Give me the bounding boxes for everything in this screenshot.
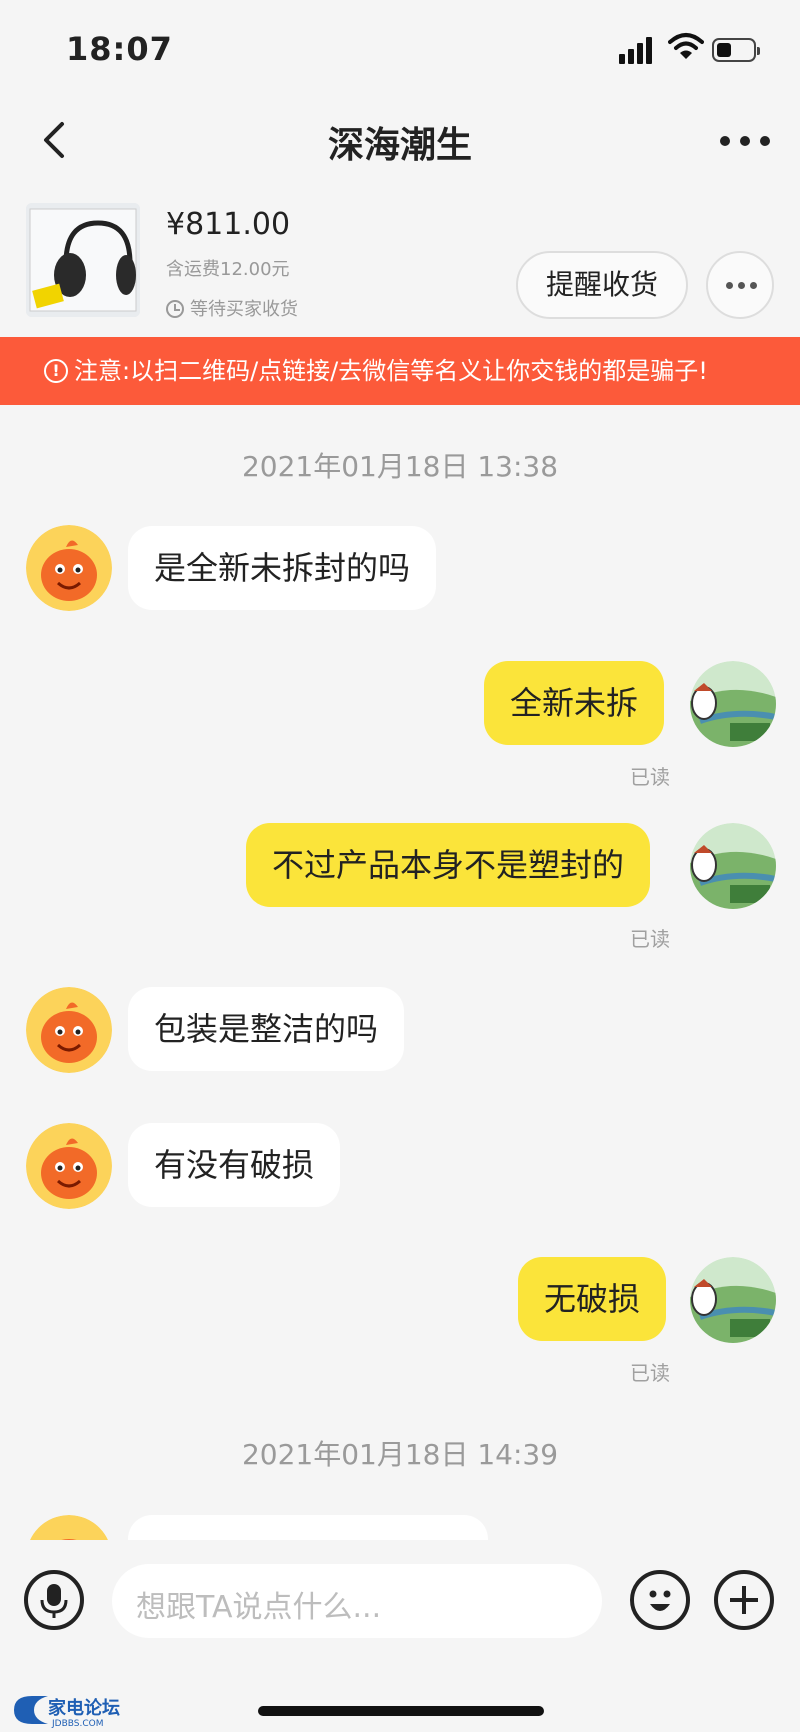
seller-avatar[interactable] bbox=[690, 1257, 776, 1343]
home-indicator[interactable] bbox=[258, 1706, 544, 1716]
mic-icon[interactable] bbox=[24, 1570, 84, 1630]
svg-text:JDBBS.COM: JDBBS.COM bbox=[51, 1719, 103, 1729]
buyer-avatar[interactable] bbox=[26, 1123, 112, 1209]
order-status-text: 等待买家收货 bbox=[190, 299, 298, 320]
warning-banner: ! 注意:以扫二维码/点链接/去微信等名义让你交钱的都是骗子! bbox=[0, 337, 800, 405]
buyer-avatar[interactable] bbox=[26, 1515, 112, 1540]
read-receipt: 已读 bbox=[630, 765, 670, 789]
nav-bar: 深海潮生 bbox=[0, 100, 800, 180]
chat-timestamp: 2021年01月18日 13:38 bbox=[241, 450, 559, 483]
message-bubble-in[interactable]: 是全新未拆封的吗 bbox=[128, 526, 437, 610]
product-shipping: 含运费12.00元 bbox=[166, 259, 290, 280]
alert-icon: ! bbox=[44, 359, 68, 383]
chat-timestamp: 2021年01月18日 14:39 bbox=[241, 1438, 559, 1471]
wifi-icon bbox=[668, 33, 704, 59]
input-bar: 想跟TA说点什么... bbox=[0, 1540, 800, 1660]
seller-avatar[interactable] bbox=[690, 661, 776, 747]
message-bubble-out[interactable]: 无破损 bbox=[518, 1257, 667, 1341]
message-bubble-in[interactable] bbox=[128, 1515, 488, 1540]
battery-icon bbox=[712, 38, 760, 62]
order-status: 等待买家收货 bbox=[166, 295, 298, 321]
product-more-button[interactable] bbox=[706, 251, 774, 319]
read-receipt: 已读 bbox=[630, 1361, 670, 1385]
buyer-avatar[interactable] bbox=[26, 987, 112, 1073]
emoji-icon[interactable] bbox=[630, 1570, 690, 1630]
status-bar: 18:07 bbox=[0, 0, 800, 100]
message-bubble-out[interactable]: 全新未拆 bbox=[484, 661, 665, 745]
product-price: ¥811.00 bbox=[166, 207, 291, 242]
message-input-placeholder: 想跟TA说点什么... bbox=[136, 1590, 382, 1625]
message-bubble-in[interactable]: 有没有破损 bbox=[128, 1123, 341, 1207]
warning-text: 注意:以扫二维码/点链接/去微信等名义让你交钱的都是骗子! bbox=[74, 357, 708, 385]
chat-area[interactable]: 2021年01月18日 13:38 是全新未拆封的吗 全新未拆 已读 不过产品本… bbox=[0, 405, 800, 1540]
signal-icon bbox=[619, 36, 659, 64]
read-receipt: 已读 bbox=[630, 927, 670, 951]
more-icon[interactable] bbox=[720, 128, 770, 148]
message-input[interactable]: 想跟TA说点什么... bbox=[112, 1564, 602, 1638]
product-card[interactable]: ¥811.00 含运费12.00元 等待买家收货 提醒收货 bbox=[0, 195, 800, 335]
message-bubble-out[interactable]: 不过产品本身不是塑封的 bbox=[246, 823, 651, 907]
plus-icon[interactable] bbox=[714, 1570, 774, 1630]
seller-avatar[interactable] bbox=[690, 823, 776, 909]
watermark-logo: 家电论坛 JDBBS.COM bbox=[14, 1696, 120, 1729]
page-title: 深海潮生 bbox=[327, 125, 472, 166]
clock-icon bbox=[166, 300, 184, 318]
product-thumbnail[interactable] bbox=[26, 203, 140, 317]
message-bubble-in[interactable]: 包装是整洁的吗 bbox=[128, 987, 405, 1071]
status-time: 18:07 bbox=[66, 30, 173, 68]
remind-receipt-button[interactable]: 提醒收货 bbox=[516, 251, 688, 319]
svg-text:家电论坛: 家电论坛 bbox=[48, 1697, 120, 1719]
buyer-avatar[interactable] bbox=[26, 525, 112, 611]
